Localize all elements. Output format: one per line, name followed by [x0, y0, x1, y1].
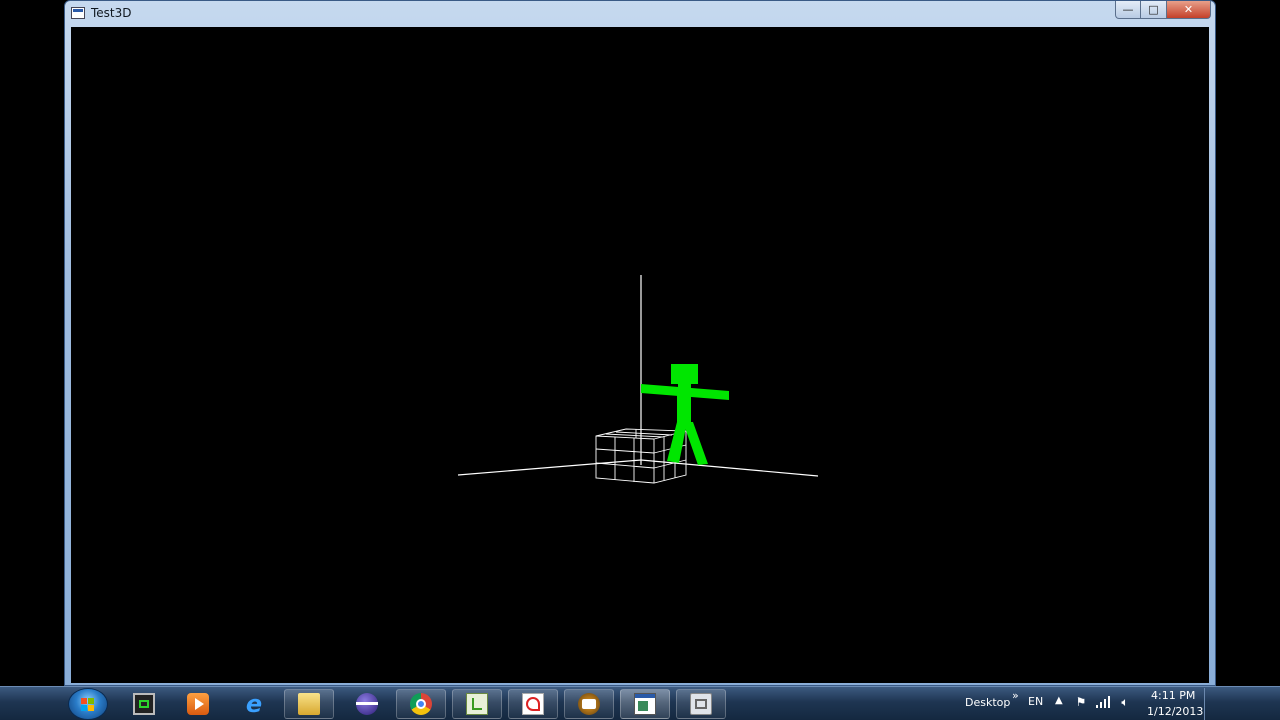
- action-center-flag-icon[interactable]: ⚑: [1073, 695, 1089, 711]
- show-desktop-button[interactable]: [1204, 688, 1216, 720]
- notepad-icon: [466, 693, 488, 715]
- figure-right-leg: [683, 422, 708, 465]
- taskbar-recorder[interactable]: [676, 689, 726, 719]
- ie-icon: e: [245, 690, 263, 718]
- app-window[interactable]: Test3D — □ ✕: [64, 0, 1216, 686]
- window-title: Test3D: [91, 6, 132, 20]
- start-button[interactable]: [68, 688, 108, 720]
- language-indicator[interactable]: EN: [1028, 695, 1043, 708]
- close-button[interactable]: ✕: [1167, 1, 1211, 19]
- chevron-icon[interactable]: »: [1012, 689, 1019, 702]
- java-ee-icon: [578, 693, 600, 715]
- taskbar-file-explorer[interactable]: [284, 689, 334, 719]
- minimize-button[interactable]: —: [1115, 1, 1141, 19]
- taskbar-adobe-reader[interactable]: [508, 689, 558, 719]
- taskbar-notepad-plus[interactable]: [452, 689, 502, 719]
- console-icon: [133, 693, 155, 715]
- eclipse-icon: [356, 693, 378, 715]
- window-controls: — □ ✕: [1115, 1, 1211, 19]
- volume-icon[interactable]: 🔈︎: [1117, 695, 1133, 711]
- pdf-icon: [522, 693, 544, 715]
- figure-left-leg: [667, 422, 687, 463]
- windows-logo-icon: [81, 698, 95, 711]
- coordinate-axes: [457, 275, 819, 477]
- media-player-icon: [187, 693, 209, 715]
- taskbar-media-player[interactable]: [173, 689, 223, 719]
- network-signal-icon[interactable]: [1095, 695, 1111, 711]
- clock-time[interactable]: 4:11 PM: [1151, 689, 1195, 702]
- taskbar-internet-explorer[interactable]: e: [229, 689, 279, 719]
- maximize-button[interactable]: □: [1141, 1, 1167, 19]
- taskbar-chrome[interactable]: [396, 689, 446, 719]
- clock-date[interactable]: 1/12/2013: [1147, 705, 1203, 718]
- figure-torso: [677, 387, 691, 425]
- taskbar-test3d-window[interactable]: [620, 689, 670, 719]
- 3d-viewport[interactable]: [71, 27, 1209, 683]
- taskbar: e Desktop » EN ▲ ⚑ 🔈︎ 4:11 PM 1/12/2013: [0, 686, 1280, 720]
- x-axis-left: [457, 459, 642, 476]
- taskbar-java-ee-ide[interactable]: [564, 689, 614, 719]
- folder-icon: [298, 693, 320, 715]
- chrome-icon: [410, 693, 432, 715]
- render-canvas[interactable]: [71, 27, 1209, 683]
- recorder-icon: [690, 693, 712, 715]
- desktop: Test3D — □ ✕ e Desktop » EN ▲ ⚑ 🔈︎ 4:11 …: [0, 0, 1280, 720]
- taskbar-console-app[interactable]: [119, 689, 169, 719]
- window-icon: [634, 693, 656, 715]
- title-bar[interactable]: Test3D — □ ✕: [65, 1, 1215, 27]
- figure-head: [671, 364, 698, 384]
- show-hidden-icons-button[interactable]: ▲: [1055, 695, 1063, 706]
- desktop-toolbar-label[interactable]: Desktop: [965, 696, 1010, 709]
- x-axis-right: [640, 459, 819, 477]
- taskbar-eclipse[interactable]: [342, 689, 392, 719]
- app-window-icon: [71, 7, 85, 19]
